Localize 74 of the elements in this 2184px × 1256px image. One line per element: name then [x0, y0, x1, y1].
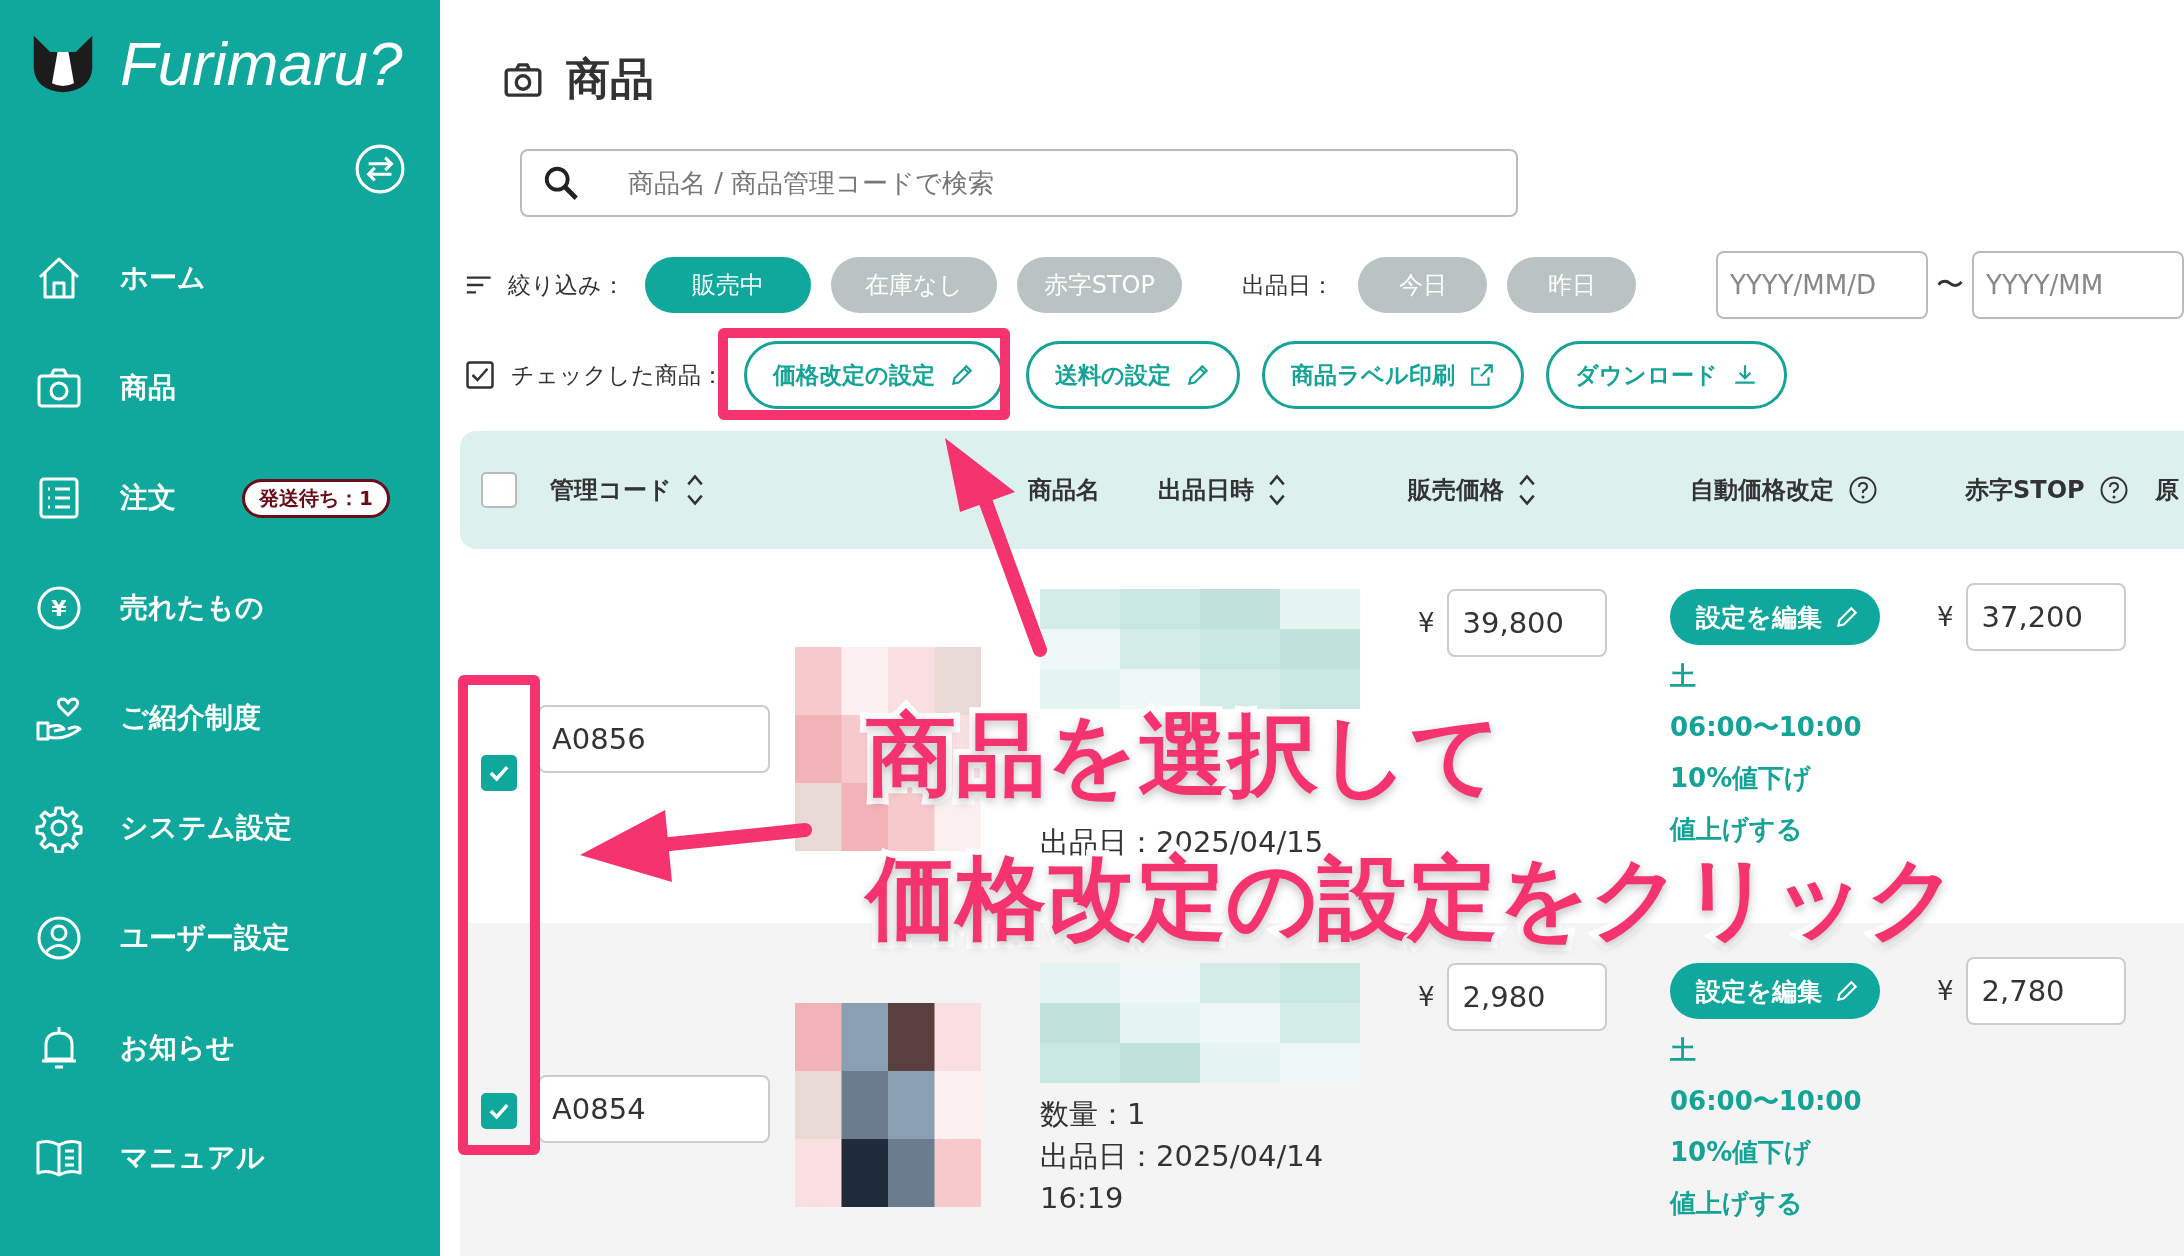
- swap-icon[interactable]: [354, 143, 406, 195]
- date-chip[interactable]: 昨日: [1507, 257, 1637, 313]
- schedule-text: 値上げする: [1670, 1187, 1803, 1220]
- filter-label: 絞り込み：: [508, 270, 626, 300]
- currency-symbol: ¥: [1418, 982, 1435, 1012]
- action-button[interactable]: ダウンロード: [1546, 341, 1787, 409]
- nav-item[interactable]: ホーム: [0, 223, 440, 333]
- callout-text: 商品を選択して: [866, 705, 1502, 804]
- pencil-icon: [1834, 978, 1860, 1004]
- schedule-text: 10%値下げ: [1670, 762, 1812, 795]
- price-field[interactable]: 2,980: [1446, 963, 1607, 1031]
- listed-time: 16:19: [1040, 1180, 1125, 1217]
- code-field[interactable]: A0856: [538, 705, 770, 773]
- currency-symbol: ¥: [1937, 976, 1954, 1006]
- help-icon[interactable]: [1848, 475, 1878, 505]
- date-chip[interactable]: 今日: [1358, 257, 1488, 313]
- nav-item[interactable]: ご紹介制度: [0, 663, 440, 773]
- filter-chip[interactable]: 在庫なし: [830, 257, 997, 313]
- page-title: 商品: [566, 52, 654, 106]
- filter-chip[interactable]: 販売中: [645, 257, 811, 313]
- filter-chip[interactable]: 赤字STOP: [1016, 257, 1183, 313]
- nav-item[interactable]: 注文 発送待ち：1: [0, 443, 440, 553]
- price-field[interactable]: 39,800: [1446, 589, 1607, 657]
- sort-icon[interactable]: [686, 473, 704, 507]
- pencil-icon: [1834, 604, 1860, 630]
- nav-item[interactable]: 商品: [0, 333, 440, 443]
- column-header: 赤字STOP: [1965, 475, 2085, 506]
- schedule-text: 06:00〜10:00: [1670, 1085, 1862, 1118]
- quantity-text: 数量：1: [1040, 1096, 1147, 1133]
- nav-item[interactable]: システム設定: [0, 773, 440, 883]
- status-badge: 発送待ち：1: [242, 478, 390, 518]
- listed-date: 出品日：2025/04/14: [1040, 1138, 1325, 1175]
- external-link-icon: [1469, 362, 1495, 388]
- column-header: 販売価格: [1408, 475, 1504, 506]
- schedule-text: 土: [1670, 660, 1696, 693]
- currency-symbol: ¥: [1937, 602, 1954, 632]
- stop-price-field[interactable]: 37,200: [1965, 583, 2126, 651]
- row-checkbox[interactable]: [481, 755, 517, 791]
- range-separator: 〜: [1936, 267, 1965, 303]
- search-icon: [542, 164, 580, 202]
- row-checkbox[interactable]: [481, 1093, 517, 1129]
- logo-text: Furimaru?: [120, 28, 403, 99]
- select-all-checkbox[interactable]: [481, 472, 517, 508]
- stop-price-field[interactable]: 2,780: [1965, 957, 2126, 1025]
- code-field[interactable]: A0854: [538, 1075, 770, 1143]
- date-field[interactable]: YYYY/MM/D: [1716, 251, 1929, 319]
- date-field[interactable]: YYYY/MM: [1972, 251, 2184, 319]
- nav-item[interactable]: マニュアル: [0, 1103, 440, 1213]
- column-header: 原: [2155, 475, 2179, 506]
- help-icon[interactable]: [2098, 475, 2129, 505]
- schedule-text: 10%値下げ: [1670, 1136, 1812, 1169]
- action-button[interactable]: 商品ラベル印刷: [1262, 341, 1524, 409]
- sort-icon[interactable]: [1268, 473, 1286, 507]
- nav-item[interactable]: ¥ 売れたもの: [0, 553, 440, 663]
- date-filter-label: 出品日：: [1242, 270, 1335, 300]
- column-header: 商品名: [1028, 475, 1100, 506]
- currency-symbol: ¥: [1418, 608, 1435, 638]
- search-field[interactable]: 商品名 / 商品管理コードで検索: [520, 149, 1518, 217]
- edit-settings-button[interactable]: 設定を編集: [1670, 963, 1880, 1019]
- action-button[interactable]: 送料の設定: [1026, 341, 1240, 409]
- sort-icon[interactable]: [1518, 473, 1536, 507]
- checkbox-icon: [465, 360, 495, 390]
- pencil-icon: [1185, 362, 1211, 388]
- column-header: 自動価格改定: [1690, 475, 1834, 506]
- schedule-text: 土: [1670, 1034, 1696, 1067]
- schedule-text: 値上げする: [1670, 813, 1803, 846]
- nav-item[interactable]: お知らせ: [0, 993, 440, 1103]
- pencil-icon: [949, 362, 975, 388]
- edit-settings-button[interactable]: 設定を編集: [1670, 589, 1880, 645]
- schedule-text: 06:00〜10:00: [1670, 711, 1862, 744]
- column-header: 出品日時: [1158, 475, 1254, 506]
- bulk-label: チェックした商品：: [511, 360, 724, 390]
- column-header: 管理コード: [550, 475, 672, 506]
- nav-item[interactable]: ユーザー設定: [0, 883, 440, 993]
